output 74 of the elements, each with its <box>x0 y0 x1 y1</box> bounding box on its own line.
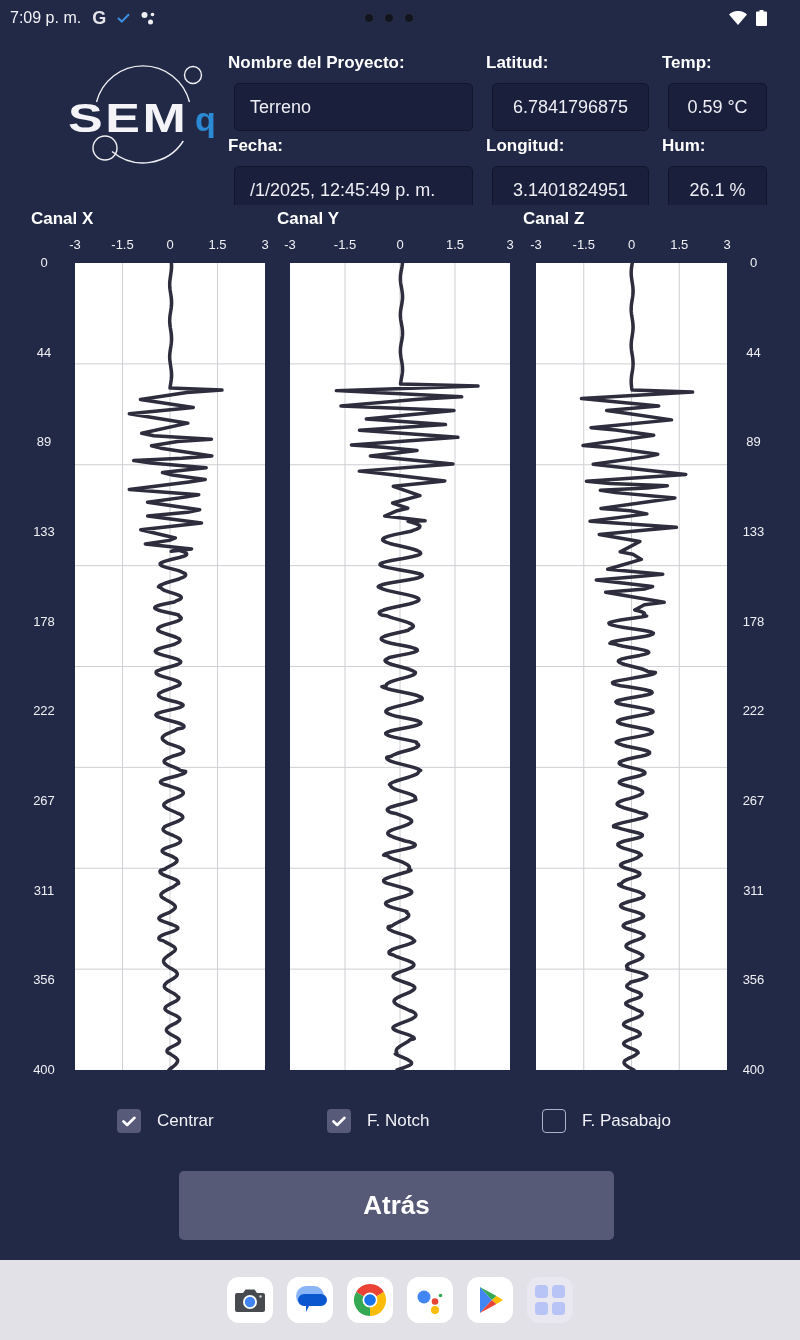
axis-tick-label: 1.5 <box>208 237 227 252</box>
depth-axis-label: 89 <box>36 434 52 451</box>
option-label: Centrar <box>157 1110 214 1132</box>
depth-axis-label: 133 <box>33 523 55 540</box>
text-field[interactable]: /1/2025, 12:45:49 p. m. <box>234 166 473 205</box>
axis-tick-label: 0 <box>627 237 636 252</box>
depth-axis-label: 44 <box>746 344 761 361</box>
camera-dot-icon <box>383 12 394 23</box>
text-field[interactable]: Terreno <box>234 83 473 131</box>
depth-axis-label: 222 <box>742 703 765 720</box>
text-field[interactable]: 3.1401824951 <box>492 166 649 205</box>
option-label: F. Pasabajo <box>582 1110 671 1132</box>
text-field[interactable]: 26.1 % <box>668 166 767 205</box>
channel-title: Canal X <box>31 208 95 230</box>
depth-axis-label: 0 <box>749 255 758 271</box>
colored-dots-icon[interactable] <box>407 1277 453 1323</box>
camera-dot-icon <box>363 12 374 23</box>
axis-tick-label: -1.5 <box>572 237 595 252</box>
depth-axis-label: 400 <box>33 1061 55 1078</box>
status-time: 7:09 p. m. <box>10 7 82 28</box>
logo-accent-letter: q <box>195 102 216 136</box>
depth-axis-label: 44 <box>36 344 52 361</box>
browser-icon[interactable] <box>347 1277 393 1323</box>
axis-tick-label: 1.5 <box>670 237 689 252</box>
axis-tick-label: 3 <box>261 237 269 252</box>
field-label: Fecha: <box>228 135 284 157</box>
channel-title: Canal Y <box>277 208 341 230</box>
wifi-icon <box>729 10 747 25</box>
depth-axis-label: 267 <box>742 792 765 809</box>
checkbox[interactable] <box>117 1109 141 1133</box>
depth-axis-label: 356 <box>33 972 55 989</box>
checkbox[interactable] <box>327 1109 351 1133</box>
axis-tick-label: -3 <box>284 237 296 252</box>
logo-text: SEM <box>68 98 189 138</box>
depth-axis-label: 400 <box>742 1061 765 1078</box>
depth-axis-label: 133 <box>742 523 765 540</box>
field-label: Nombre del Proyecto: <box>228 52 406 74</box>
battery-icon <box>756 9 767 26</box>
axis-tick-label: 0 <box>166 237 174 252</box>
axis-tick-label: 3 <box>506 237 514 252</box>
text-field[interactable]: 0.59 °C <box>668 83 767 131</box>
axis-tick-label: -1.5 <box>111 237 134 252</box>
axis-tick-label: -3 <box>530 237 542 252</box>
depth-axis-label: 89 <box>746 434 761 451</box>
axis-tick-label: 3 <box>723 237 731 252</box>
check-icon <box>332 1115 346 1127</box>
option-label: F. Notch <box>367 1110 430 1132</box>
axis-tick-label: 0 <box>396 237 404 252</box>
check-icon <box>117 12 131 23</box>
chat-bubble-icon[interactable] <box>287 1277 333 1323</box>
field-label: Longitud: <box>486 135 566 157</box>
checkbox[interactable] <box>542 1109 566 1133</box>
depth-axis-label: 311 <box>743 882 764 899</box>
axis-tick-label: -3 <box>69 237 81 252</box>
field-label: Hum: <box>662 135 707 157</box>
axis-tick-label: 1.5 <box>445 237 465 252</box>
dots-icon <box>141 10 156 25</box>
depth-axis-label: 178 <box>33 613 55 630</box>
text-field[interactable]: 6.7841796875 <box>492 83 649 131</box>
depth-axis-label: 356 <box>742 972 765 989</box>
camera-dot-icon <box>403 12 414 23</box>
depth-axis-label: 0 <box>40 255 48 271</box>
check-icon <box>122 1115 136 1127</box>
camera-icon[interactable] <box>227 1277 273 1323</box>
axis-tick-label: -1.5 <box>333 237 357 252</box>
notification-letter: G <box>92 7 107 28</box>
back-button[interactable]: Atrás <box>179 1171 614 1240</box>
depth-axis-label: 311 <box>33 882 55 899</box>
field-label: Latitud: <box>486 52 550 74</box>
depth-axis-label: 222 <box>33 703 55 720</box>
depth-axis-label: 267 <box>33 792 55 809</box>
depth-axis-label: 178 <box>742 613 765 630</box>
field-label: Temp: <box>662 52 713 74</box>
channel-title: Canal Z <box>523 208 586 230</box>
